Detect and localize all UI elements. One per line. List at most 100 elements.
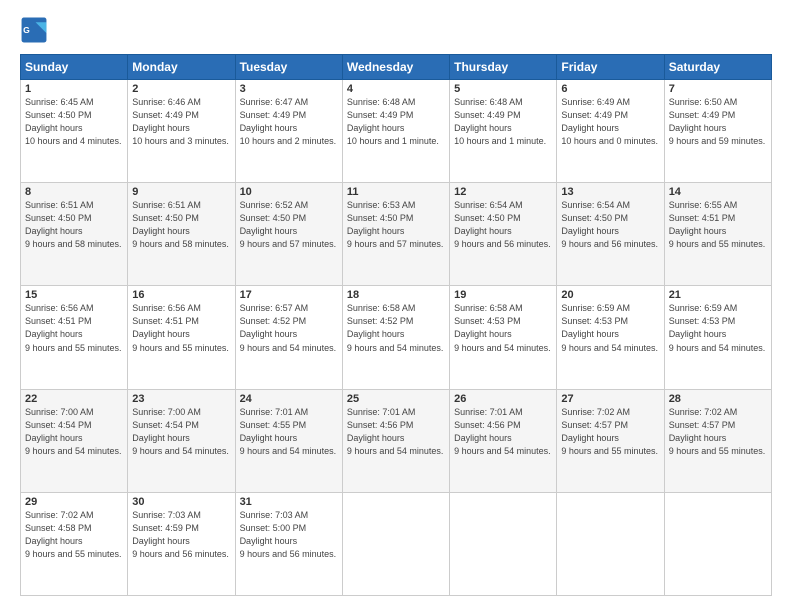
sunset-label: Sunset: 4:52 PM (240, 316, 307, 326)
daylight-label: Daylight hours (25, 123, 83, 133)
sunset-label: Sunset: 4:50 PM (454, 213, 521, 223)
calendar-week-row: 8 Sunrise: 6:51 AM Sunset: 4:50 PM Dayli… (21, 183, 772, 286)
day-info: Sunrise: 6:59 AM Sunset: 4:53 PM Dayligh… (561, 302, 659, 354)
sunrise-label: Sunrise: 6:54 AM (561, 200, 630, 210)
day-number: 12 (454, 186, 552, 198)
sunset-label: Sunset: 4:50 PM (240, 213, 307, 223)
calendar-week-row: 15 Sunrise: 6:56 AM Sunset: 4:51 PM Dayl… (21, 286, 772, 389)
daylight-label: Daylight hours (240, 226, 298, 236)
sunset-label: Sunset: 4:51 PM (669, 213, 736, 223)
day-info: Sunrise: 6:51 AM Sunset: 4:50 PM Dayligh… (132, 199, 230, 251)
sunrise-label: Sunrise: 7:00 AM (25, 407, 94, 417)
day-info: Sunrise: 7:01 AM Sunset: 4:56 PM Dayligh… (454, 406, 552, 458)
sunset-label: Sunset: 4:53 PM (454, 316, 521, 326)
day-number: 7 (669, 83, 767, 95)
day-info: Sunrise: 7:03 AM Sunset: 4:59 PM Dayligh… (132, 509, 230, 561)
weekday-header: Friday (557, 55, 664, 80)
calendar-cell (450, 492, 557, 595)
calendar-cell: 8 Sunrise: 6:51 AM Sunset: 4:50 PM Dayli… (21, 183, 128, 286)
daylight-value: 10 hours and 0 minutes. (561, 136, 658, 146)
calendar-cell: 11 Sunrise: 6:53 AM Sunset: 4:50 PM Dayl… (342, 183, 449, 286)
sunrise-label: Sunrise: 6:59 AM (669, 303, 738, 313)
daylight-label: Daylight hours (669, 123, 727, 133)
sunrise-label: Sunrise: 6:56 AM (132, 303, 201, 313)
day-info: Sunrise: 6:56 AM Sunset: 4:51 PM Dayligh… (132, 302, 230, 354)
daylight-label: Daylight hours (25, 433, 83, 443)
calendar-cell: 9 Sunrise: 6:51 AM Sunset: 4:50 PM Dayli… (128, 183, 235, 286)
calendar-cell: 18 Sunrise: 6:58 AM Sunset: 4:52 PM Dayl… (342, 286, 449, 389)
daylight-label: Daylight hours (347, 226, 405, 236)
calendar-week-row: 1 Sunrise: 6:45 AM Sunset: 4:50 PM Dayli… (21, 80, 772, 183)
day-info: Sunrise: 7:02 AM Sunset: 4:57 PM Dayligh… (561, 406, 659, 458)
sunrise-label: Sunrise: 7:02 AM (669, 407, 738, 417)
daylight-label: Daylight hours (454, 226, 512, 236)
daylight-value: 10 hours and 1 minute. (454, 136, 546, 146)
calendar-cell: 16 Sunrise: 6:56 AM Sunset: 4:51 PM Dayl… (128, 286, 235, 389)
daylight-value: 9 hours and 56 minutes. (454, 239, 551, 249)
day-info: Sunrise: 6:53 AM Sunset: 4:50 PM Dayligh… (347, 199, 445, 251)
day-number: 3 (240, 83, 338, 95)
sunrise-label: Sunrise: 7:00 AM (132, 407, 201, 417)
daylight-value: 9 hours and 54 minutes. (454, 343, 551, 353)
day-number: 25 (347, 393, 445, 405)
daylight-value: 10 hours and 2 minutes. (240, 136, 337, 146)
calendar-cell: 22 Sunrise: 7:00 AM Sunset: 4:54 PM Dayl… (21, 389, 128, 492)
calendar-header-row: SundayMondayTuesdayWednesdayThursdayFrid… (21, 55, 772, 80)
day-number: 1 (25, 83, 123, 95)
day-number: 31 (240, 496, 338, 508)
day-info: Sunrise: 6:50 AM Sunset: 4:49 PM Dayligh… (669, 96, 767, 148)
day-number: 19 (454, 289, 552, 301)
day-info: Sunrise: 6:57 AM Sunset: 4:52 PM Dayligh… (240, 302, 338, 354)
calendar-cell: 10 Sunrise: 6:52 AM Sunset: 4:50 PM Dayl… (235, 183, 342, 286)
sunrise-label: Sunrise: 6:48 AM (454, 97, 523, 107)
sunset-label: Sunset: 5:00 PM (240, 523, 307, 533)
sunset-label: Sunset: 4:50 PM (25, 110, 92, 120)
sunset-label: Sunset: 4:49 PM (669, 110, 736, 120)
calendar-cell: 3 Sunrise: 6:47 AM Sunset: 4:49 PM Dayli… (235, 80, 342, 183)
daylight-label: Daylight hours (454, 329, 512, 339)
daylight-label: Daylight hours (132, 226, 190, 236)
sunset-label: Sunset: 4:50 PM (25, 213, 92, 223)
weekday-header: Thursday (450, 55, 557, 80)
day-info: Sunrise: 6:48 AM Sunset: 4:49 PM Dayligh… (347, 96, 445, 148)
page: G SundayMondayTuesdayWednesdayThursdayFr… (0, 0, 792, 612)
day-info: Sunrise: 7:01 AM Sunset: 4:55 PM Dayligh… (240, 406, 338, 458)
daylight-label: Daylight hours (561, 123, 619, 133)
sunrise-label: Sunrise: 6:54 AM (454, 200, 523, 210)
logo: G (20, 16, 52, 44)
sunset-label: Sunset: 4:57 PM (669, 420, 736, 430)
weekday-header: Monday (128, 55, 235, 80)
daylight-label: Daylight hours (25, 226, 83, 236)
daylight-value: 9 hours and 55 minutes. (561, 446, 658, 456)
sunrise-label: Sunrise: 6:53 AM (347, 200, 416, 210)
sunrise-label: Sunrise: 6:49 AM (561, 97, 630, 107)
day-number: 21 (669, 289, 767, 301)
day-number: 9 (132, 186, 230, 198)
calendar-cell (664, 492, 771, 595)
weekday-header: Tuesday (235, 55, 342, 80)
day-info: Sunrise: 6:54 AM Sunset: 4:50 PM Dayligh… (454, 199, 552, 251)
daylight-value: 10 hours and 1 minute. (347, 136, 439, 146)
calendar-cell: 23 Sunrise: 7:00 AM Sunset: 4:54 PM Dayl… (128, 389, 235, 492)
sunrise-label: Sunrise: 6:51 AM (132, 200, 201, 210)
sunset-label: Sunset: 4:49 PM (240, 110, 307, 120)
daylight-value: 9 hours and 55 minutes. (25, 549, 122, 559)
day-number: 27 (561, 393, 659, 405)
daylight-value: 9 hours and 56 minutes. (132, 549, 229, 559)
day-info: Sunrise: 7:01 AM Sunset: 4:56 PM Dayligh… (347, 406, 445, 458)
day-number: 30 (132, 496, 230, 508)
calendar-cell: 25 Sunrise: 7:01 AM Sunset: 4:56 PM Dayl… (342, 389, 449, 492)
sunrise-label: Sunrise: 7:02 AM (561, 407, 630, 417)
calendar-cell: 2 Sunrise: 6:46 AM Sunset: 4:49 PM Dayli… (128, 80, 235, 183)
weekday-header: Wednesday (342, 55, 449, 80)
calendar-cell: 30 Sunrise: 7:03 AM Sunset: 4:59 PM Dayl… (128, 492, 235, 595)
day-number: 10 (240, 186, 338, 198)
day-number: 14 (669, 186, 767, 198)
logo-icon: G (20, 16, 48, 44)
daylight-label: Daylight hours (454, 433, 512, 443)
daylight-label: Daylight hours (561, 329, 619, 339)
sunrise-label: Sunrise: 6:59 AM (561, 303, 630, 313)
calendar-cell: 1 Sunrise: 6:45 AM Sunset: 4:50 PM Dayli… (21, 80, 128, 183)
sunset-label: Sunset: 4:54 PM (25, 420, 92, 430)
svg-text:G: G (23, 25, 30, 35)
